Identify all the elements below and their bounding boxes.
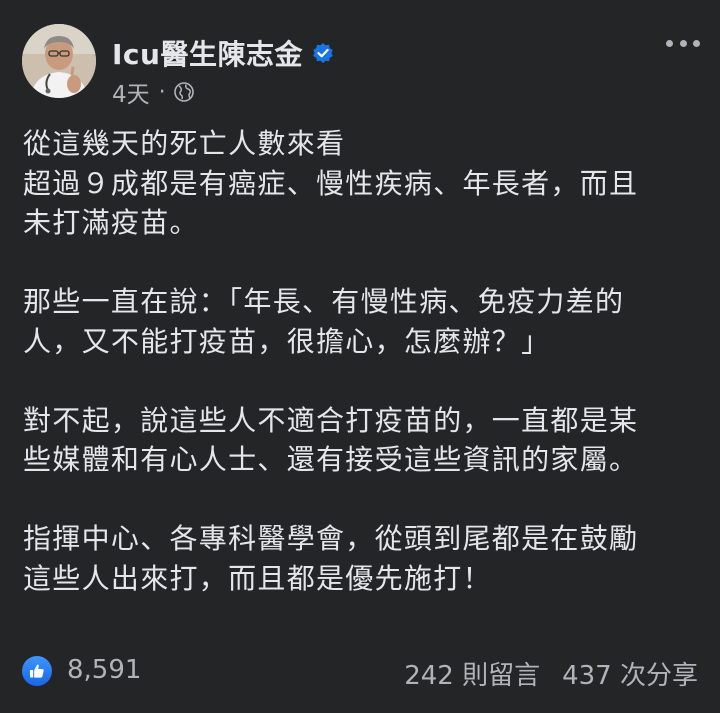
shares-count[interactable]: 437 次分享 <box>562 655 698 692</box>
post-paragraph: 對不起，說這些人不適合打疫苗的，一直都是某 些媒體和有心人士、還有接受這些資訊的… <box>23 401 703 480</box>
post-line: 從這幾天的死亡人數來看 <box>23 127 346 160</box>
more-dot <box>666 39 673 47</box>
author-avatar[interactable] <box>22 24 96 98</box>
post-paragraph: 從這幾天的死亡人數來看 超過９成都是有癌症、慢性疾病、年長者，而且 未打滿疫苗。 <box>23 124 703 243</box>
facebook-post: Icu醫生陳志金 4天 · 從這幾天的死亡人數來看 超過９成都是有癌症、慢性疾病… <box>0 0 720 713</box>
post-body: 從這幾天的死亡人數來看 超過９成都是有癌症、慢性疾病、年長者，而且 未打滿疫苗。… <box>23 124 703 598</box>
post-line: 超過９成都是有癌症、慢性疾病、年長者，而且 <box>23 166 639 200</box>
post-paragraph: 指揮中心、各專科醫學會，從頭到尾都是在鼓勵 這些人出來打，而且都是優先施打！ <box>23 519 703 598</box>
author-row: Icu醫生陳志金 <box>112 33 334 73</box>
post-line: 對不起，說這些人不適合打疫苗的，一直都是某 <box>23 403 639 437</box>
post-line: 這些人出來打，而且都是優先施打！ <box>23 561 492 595</box>
comments-count[interactable]: 242 則留言 <box>404 655 540 692</box>
post-footer: 8,591 242 則留言 437 次分享 <box>0 648 720 696</box>
post-line: 些媒體和有心人士、還有接受這些資訊的家屬。 <box>23 443 639 476</box>
post-header: Icu醫生陳志金 4天 · <box>0 0 720 110</box>
post-line: 未打滿疫苗。 <box>23 206 199 239</box>
post-line: 指揮中心、各專科醫學會，從頭到尾都是在鼓勵 <box>23 522 639 555</box>
post-timestamp[interactable]: 4天 <box>112 75 150 109</box>
post-line: 人，又不能打疫苗，很擔心，怎麼辦？」 <box>23 324 551 358</box>
more-dot <box>693 39 700 47</box>
author-name[interactable]: Icu醫生陳志金 <box>112 33 303 73</box>
more-options-icon[interactable] <box>666 30 700 56</box>
post-meta: 4天 · <box>112 76 195 108</box>
like-count[interactable]: 8,591 <box>67 655 141 685</box>
verified-badge-icon <box>312 42 334 64</box>
globe-icon[interactable] <box>173 81 195 103</box>
meta-separator: · <box>158 79 166 105</box>
engagement-stats: 242 則留言 437 次分享 <box>404 655 698 692</box>
post-paragraph: 那些一直在說：「年長、有慢性病、免疫力差的 人，又不能打疫苗，很擔心，怎麼辦？」 <box>23 282 703 361</box>
more-dot <box>679 39 687 47</box>
post-line: 那些一直在說：「年長、有慢性病、免疫力差的 <box>23 285 625 318</box>
avatar-photo <box>22 24 96 98</box>
thumbs-up-icon[interactable] <box>22 656 52 686</box>
